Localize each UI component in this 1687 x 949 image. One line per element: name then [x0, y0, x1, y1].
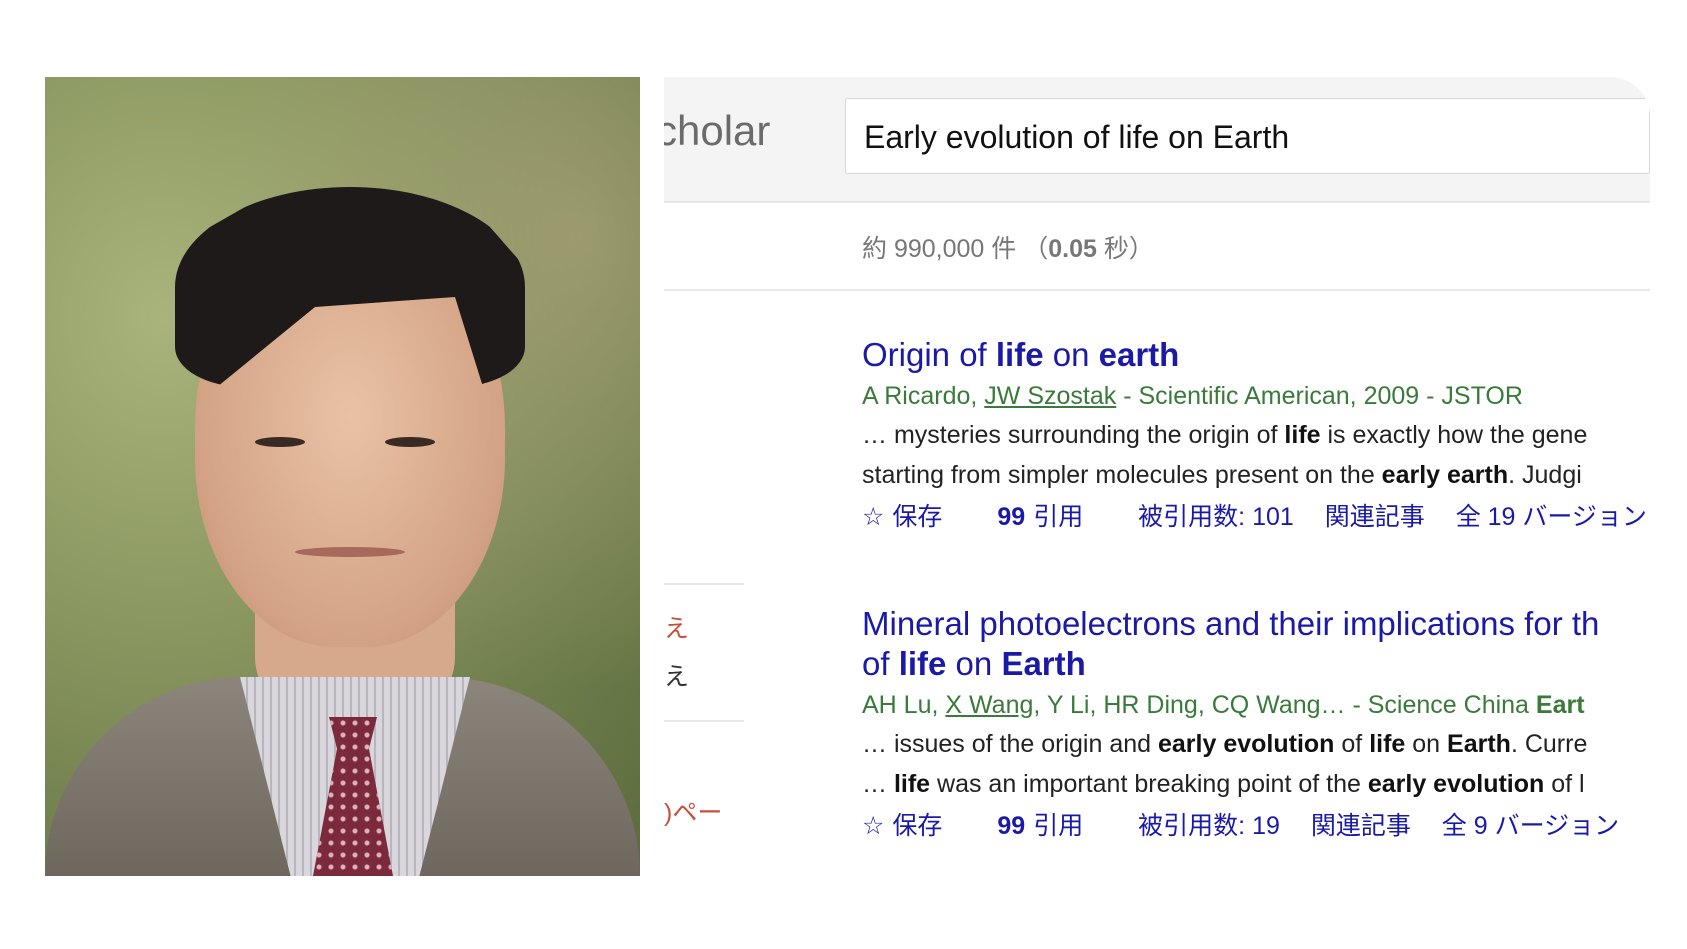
quote-icon: 99 — [997, 503, 1026, 531]
count-text: 約 990,000 件 （ — [862, 235, 1049, 263]
result-actions: ☆ 保存 99 引用 被引用数: 19 関連記事 全 9 バージョン — [862, 804, 1650, 848]
scholar-logo[interactable]: cholar — [664, 107, 770, 155]
cite-button[interactable]: 99 引用 — [997, 503, 1107, 531]
search-result: Origin of life on earth A Ricardo, JW Sz… — [862, 335, 1650, 539]
result-count: 約 990,000 件 （0.05 秒） — [862, 229, 1154, 265]
photo-mouth — [295, 547, 405, 557]
result-time: 0.05 — [1048, 235, 1097, 263]
divider — [664, 289, 1650, 291]
cited-by-link[interactable]: 被引用数: 101 — [1138, 503, 1294, 531]
result-title-link[interactable]: Origin of life on earth — [862, 335, 1650, 375]
result-snippet: starting from simpler molecules present … — [862, 461, 1582, 489]
sidebar-divider — [664, 720, 744, 722]
photo-eye — [385, 437, 435, 447]
result-snippet: … issues of the origin and early evoluti… — [862, 730, 1588, 758]
quote-icon: 99 — [997, 812, 1026, 840]
save-button[interactable]: ☆ 保存 — [862, 503, 966, 531]
photo-eye — [255, 437, 305, 447]
result-authors: AH Lu, X Wang, Y Li, HR Ding, CQ Wang… -… — [862, 691, 1585, 719]
sidebar-item[interactable]: え — [664, 657, 689, 693]
count-suffix: 秒） — [1096, 235, 1154, 263]
author-link[interactable]: JW Szostak — [984, 382, 1116, 410]
versions-link[interactable]: 全 9 バージョン — [1442, 812, 1619, 840]
related-articles-link[interactable]: 関連記事 — [1325, 503, 1425, 531]
search-result: Mineral photoelectrons and their implica… — [862, 604, 1650, 848]
versions-link[interactable]: 全 19 バージョン — [1456, 503, 1647, 531]
scholar-results-panel: cholar Early evolution of life on Earth … — [664, 77, 1650, 876]
result-title-link[interactable]: Mineral photoelectrons and their implica… — [862, 604, 1650, 684]
result-snippet: … life was an important breaking point o… — [862, 770, 1585, 798]
author-link[interactable]: X Wang — [945, 691, 1033, 719]
result-authors: A Ricardo, JW Szostak - Scientific Ameri… — [862, 382, 1523, 410]
star-icon: ☆ — [862, 503, 885, 531]
header: cholar Early evolution of life on Earth — [664, 77, 1650, 203]
related-articles-link[interactable]: 関連記事 — [1311, 812, 1411, 840]
search-input[interactable]: Early evolution of life on Earth — [845, 98, 1650, 174]
save-button[interactable]: ☆ 保存 — [862, 812, 966, 840]
sidebar-item[interactable]: )ペー — [664, 793, 722, 829]
portrait-photo — [45, 77, 640, 876]
result-snippet: … mysteries surrounding the origin of li… — [862, 421, 1588, 449]
result-actions: ☆ 保存 99 引用 被引用数: 101 関連記事 全 19 バージョン — [862, 495, 1650, 539]
star-icon: ☆ — [862, 812, 885, 840]
cite-button[interactable]: 99 引用 — [997, 812, 1107, 840]
sidebar-item[interactable]: え — [664, 609, 689, 645]
cited-by-link[interactable]: 被引用数: 19 — [1138, 812, 1280, 840]
sidebar-divider — [664, 583, 744, 585]
